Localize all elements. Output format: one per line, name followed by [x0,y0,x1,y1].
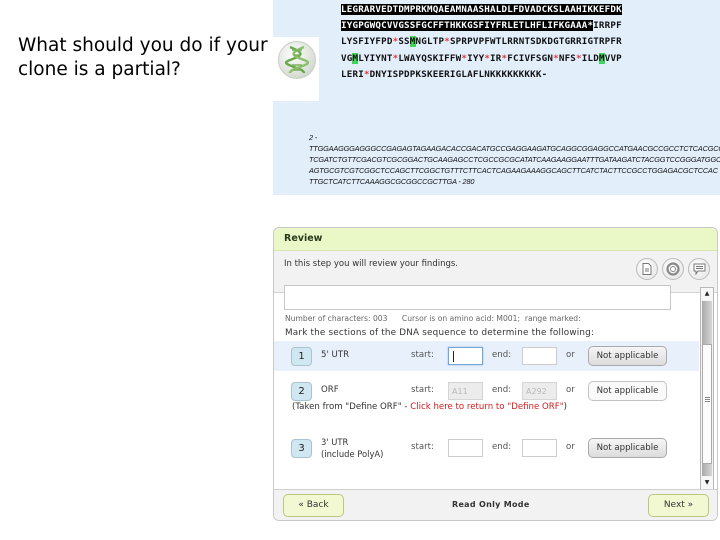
or-label: or [566,385,575,395]
aa-segment: FCIVFSGN [507,52,554,64]
start-label: start: [411,350,434,360]
document-icon[interactable] [636,258,658,280]
scroll-up-arrow-icon[interactable]: ▲ [701,288,713,300]
end-label: end: [492,385,512,395]
row-label-sub: (include PolyA) [321,449,384,459]
not-applicable-button-5utr[interactable]: Not applicable [588,346,667,366]
slide-question: What should you do if your clone is a pa… [18,35,268,80]
dna-icon-container [273,37,319,101]
grip-icon [705,397,710,398]
start-input-3utr[interactable] [448,439,483,457]
orf-note: (Taken from "Define ORF" - Click here to… [292,402,567,412]
sequence-view-screenshot: LEGRARVEDTDMPRKMQAEAMNAASHALDLFDVADCKSLA… [273,0,720,195]
aa-line: LYSFIYFPD*SSMNGLTP*SPRPVPFWTLRRNTSDKDGTG… [341,34,622,50]
orf-note-text: (Taken from "Define ORF" - [292,402,411,412]
aa-segment: VVP [604,52,622,64]
row-number: 3 [291,439,312,458]
review-panel: Review In this step you will review your… [273,227,718,521]
dna-helix-icon [278,41,316,79]
end-input-5utr[interactable] [522,347,557,365]
aa-segment: LWAYQSKIFFW [398,52,462,64]
lifebuoy-help-icon[interactable] [662,258,684,280]
row-label: 5' UTR [321,350,350,360]
or-label: or [566,350,575,360]
row-number: 2 [291,382,312,401]
end-input-3utr[interactable] [522,439,557,457]
aa-segment: IYGPGWQCVVGSSFGCFFTHKKGSFIYFRLETLHFLIFKG… [341,20,588,32]
aa-segment: LYIYNT [358,52,393,64]
notes-textarea[interactable] [284,285,671,310]
aa-segment: VG [341,52,353,64]
read-only-mode-label: Read Only Mode [452,500,530,509]
start-input-orf: A11 [448,382,483,400]
aa-line: LEGRARVEDTDMPRKMQAEAMNAASHALDLFDVADCKSLA… [341,2,622,18]
nucleotide-line: TCGATCTGTTCGACGTCGCGGACTGCAAGAGCCTCGCCGC… [309,155,720,164]
end-label: end: [492,350,512,360]
review-footer: « Back Read Only Mode Next » [274,489,717,520]
row-label-main: 3' UTR [321,437,349,447]
not-applicable-button-3utr[interactable]: Not applicable [588,438,667,458]
review-header: Review [274,228,717,251]
not-applicable-button-orf[interactable]: Not applicable [588,381,667,401]
start-input-5utr[interactable] [448,347,483,365]
aa-segment: NFS [558,52,577,64]
row-label: 3' UTR (include PolyA) [321,436,383,460]
end-input-orf: A292 [522,382,557,400]
row-number: 1 [291,347,312,366]
aa-segment: IR [490,52,502,64]
amino-acid-sequence[interactable]: LEGRARVEDTDMPRKMQAEAMNAASHALDLFDVADCKSLA… [341,2,622,83]
instruction-text: Mark the sections of the DNA sequence to… [285,328,595,338]
row-label: ORF [321,385,339,395]
aa-segment: SPRPVPFWTLRRNTSDKDGTGRRIGTRPFR [449,36,622,48]
start-label: start: [411,385,434,395]
aa-segment: DNYISPDPKSKEERIGLAFLNKKKKKKKKK- [369,68,548,80]
aa-segment: LERI [341,68,364,80]
aa-line: IYGPGWQCVVGSSFGCFFTHKKGSFIYFRLETLHFLIFKG… [341,18,622,34]
scroll-down-arrow-icon[interactable]: ▼ [701,477,713,489]
return-to-define-orf-link[interactable]: Click here to return to "Define ORF" [410,402,563,412]
section-row-3utr: 3 3' UTR (include PolyA) start: end: or N… [274,433,699,463]
end-label: end: [492,442,512,452]
nucleotide-line: 2 - [309,133,318,142]
aa-segment: ILD [581,52,599,64]
section-row-5utr: 1 5' UTR start: end: or Not applicable [274,341,699,371]
review-title: Review [284,233,323,244]
comment-icon[interactable] [688,258,710,280]
aa-segment: SS [398,36,410,48]
back-button[interactable]: « Back [283,494,344,517]
scrollbar-thumb[interactable] [702,344,712,464]
next-button[interactable]: Next » [648,494,709,517]
nucleotide-sequence[interactable]: 2 - TTGGAAGGGAGGGCCGAGAGTAGAAGACACCGACATG… [309,132,720,187]
aa-segment: NGLTP [415,36,445,48]
aa-line: VGMLYIYNT*LWAYQSKIFFW*IYY*IR*FCIVFSGN*NF… [341,51,622,67]
aa-segment: LYSFIYFPD [341,36,393,48]
nucleotide-line: TTGCTCATCTTCAAAGGCGCGGCCGCTTGA - 280 [309,177,475,186]
nucleotide-line: TTGGAAGGGAGGGCCGAGAGTAGAAGACACCGACATGCCG… [309,144,720,153]
orf-note-close: ) [563,402,568,412]
or-label: or [566,442,575,452]
review-subtitle: In this step you will review your findin… [284,259,458,269]
review-scroll-area: Number of characters: 003 Cursor is on a… [274,285,717,490]
aa-segment: LEGRARVEDTDMPRKMQAEAMNAASHALDLFDVADCKSLA… [341,4,622,15]
vertical-scrollbar[interactable]: ▲ ▼ [700,287,714,490]
character-counter: Number of characters: 003 Cursor is on a… [285,314,581,323]
aa-segment: IYY [467,52,485,64]
start-label: start: [411,442,434,452]
aa-line: LERI*DNYISPDPKSKEERIGLAFLNKKKKKKKKK- [341,67,622,83]
aa-segment: IRRPF [593,20,622,32]
nucleotide-line: AGTGCGTCGTCGGCTCCAGCTTCGGCTGTTTCTTCACTCA… [309,166,718,175]
